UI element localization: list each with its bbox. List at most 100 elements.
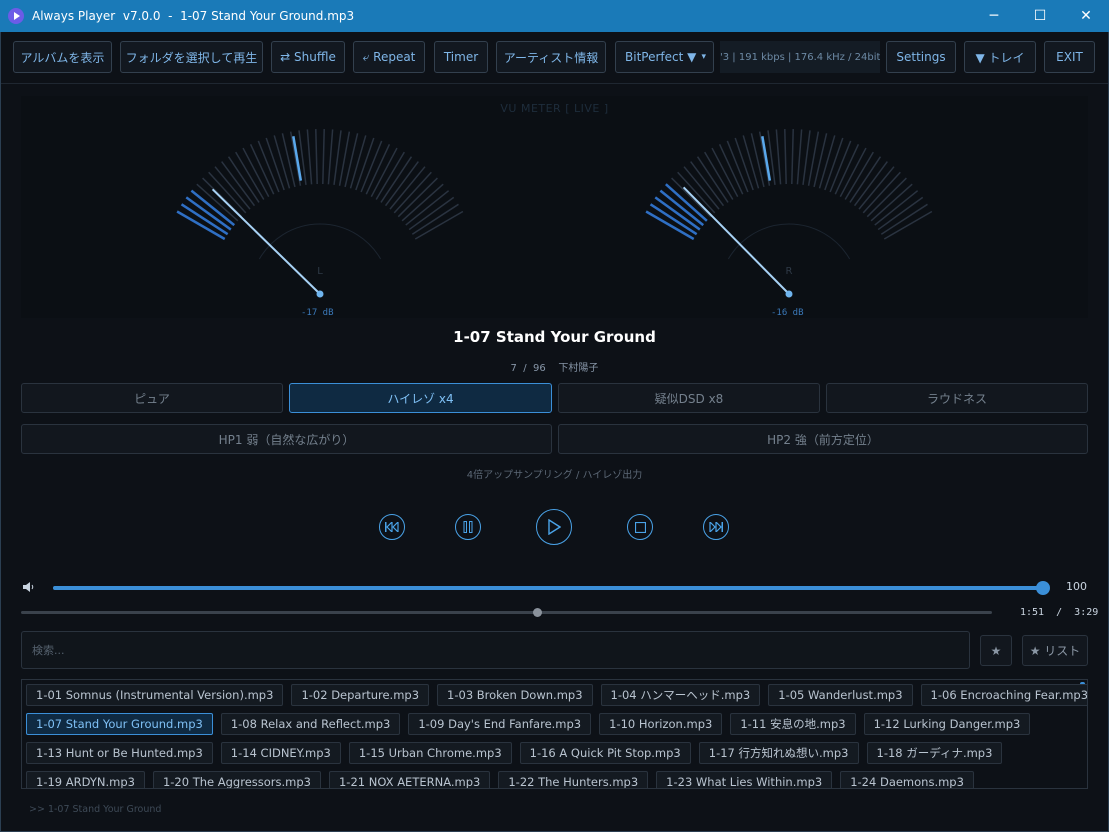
vu-segment [196, 183, 239, 222]
timer-button[interactable]: Timer [434, 41, 488, 73]
vu-segment [671, 177, 712, 218]
playlist-item[interactable]: 1-10 Horizon.mp3 [599, 713, 723, 735]
vu-segment [384, 161, 419, 207]
playlist-item[interactable]: 1-13 Hunt or Be Hunted.mp3 [26, 742, 213, 764]
mode-hp2-button[interactable]: HP2 強（前方定位） [558, 424, 1088, 454]
playlist-item[interactable]: 1-15 Urban Chrome.mp3 [348, 742, 512, 764]
playlist-item[interactable]: 1-03 Broken Down.mp3 [437, 684, 593, 706]
stop-icon [634, 521, 646, 533]
volume-slider[interactable] [53, 581, 1050, 595]
playlist-item[interactable]: 1-23 What Lies Within.mp3 [656, 771, 833, 788]
mode-dsd-button[interactable]: 疑似DSD x8 [558, 383, 820, 413]
mode-pure-button[interactable]: ピュア [21, 383, 283, 413]
vu-segment [784, 129, 787, 185]
vu-segment [408, 196, 455, 231]
playlist-item[interactable]: 1-05 Wanderlust.mp3 [768, 684, 913, 706]
settings-button[interactable]: Settings [886, 41, 956, 73]
maximize-button[interactable]: ☐ [1017, 0, 1063, 32]
vu-segment [214, 166, 251, 210]
artist-info-button[interactable]: アーティスト情報 [496, 41, 606, 73]
bitperfect-label: BitPerfect ▼ [625, 50, 697, 64]
playlist-item[interactable]: 1-20 The Aggressors.mp3 [152, 771, 321, 788]
playlist-item[interactable]: 1-09 Day's End Fanfare.mp3 [408, 713, 592, 735]
minimize-button[interactable]: ─ [971, 0, 1017, 32]
vu-channel-label: R [786, 266, 793, 277]
playlist-item[interactable]: 1-16 A Quick Pit Stop.mp3 [519, 742, 691, 764]
seek-slider[interactable] [21, 608, 992, 617]
playlist-item[interactable]: 1-12 Lurking Danger.mp3 [863, 713, 1031, 735]
seek-knob[interactable] [532, 608, 542, 617]
mode-hires-button[interactable]: ハイレゾ x4 [289, 383, 552, 413]
app-play-icon [8, 8, 24, 24]
track-title: 1-07 Stand Your Ground [453, 328, 656, 346]
vu-meter-panel: VU METER [ LIVE ] L R -17 dB -16 dB [21, 96, 1088, 318]
show-album-button[interactable]: アルバムを表示 [13, 41, 112, 73]
vu-channel-label: L [317, 266, 323, 277]
playlist-item[interactable]: 1-18 ガーディナ.mp3 [866, 742, 1003, 764]
right-db-readout: -16 dB [771, 308, 804, 318]
playlist-item[interactable]: 1-07 Stand Your Ground.mp3 [26, 713, 213, 735]
vu-segment [659, 189, 705, 227]
next-button[interactable] [703, 514, 729, 540]
vu-segment [849, 156, 882, 203]
playlist-item[interactable]: 1-06 Encroaching Fear.mp3 [920, 684, 1087, 706]
vu-segment [870, 183, 913, 222]
close-button[interactable]: ✕ [1063, 0, 1109, 32]
shuffle-button[interactable]: ⇄ Shuffle [271, 41, 345, 73]
playlist-item[interactable]: 1-08 Relax and Reflect.mp3 [220, 713, 401, 735]
mode-loudness-button[interactable]: ラウドネス [826, 383, 1088, 413]
title-bar: Always Player v7.0.0 - 1-07 Stand Your G… [0, 0, 1109, 32]
search-input[interactable] [32, 643, 969, 657]
playlist-item[interactable]: 1-22 The Hunters.mp3 [498, 771, 649, 788]
vu-segment [273, 135, 291, 189]
search-box[interactable] [21, 631, 970, 669]
bitperfect-dropdown[interactable]: BitPerfect ▼ ▾ [615, 41, 714, 73]
favorite-button[interactable]: ★ [980, 635, 1012, 666]
playlist-item[interactable]: 1-19 ARDYN.mp3 [26, 771, 145, 788]
tray-button[interactable]: ▼ トレイ [964, 41, 1036, 73]
playlist: 1-01 Somnus (Instrumental Version).mp3 1-… [21, 679, 1088, 789]
vu-segment [877, 196, 924, 231]
play-icon [548, 519, 561, 535]
select-folder-play-button[interactable]: フォルダを選択して再生 [120, 41, 263, 73]
playlist-item[interactable]: 1-11 安息の地.mp3 [730, 713, 856, 735]
vu-segment [380, 156, 413, 203]
previous-button[interactable] [379, 514, 405, 540]
vu-peak-marker [292, 136, 303, 181]
volume-knob[interactable] [1036, 581, 1050, 595]
playlist-item[interactable]: 1-04 ハンマーヘッド.mp3 [600, 684, 761, 706]
vu-segment [818, 135, 836, 189]
favorite-list-button[interactable]: ★ リスト [1022, 635, 1088, 666]
playlist-item[interactable]: 1-02 Departure.mp3 [291, 684, 430, 706]
speaker-icon[interactable] [23, 582, 35, 592]
playlist-row: 1-19 ARDYN.mp3 1-20 The Aggressors.mp3 1-2… [26, 771, 974, 788]
playlist-item[interactable]: 1-01 Somnus (Instrumental Version).mp3 [26, 684, 284, 706]
status-bar: >> 1-07 Stand Your Ground [29, 804, 162, 815]
vu-segment [883, 210, 933, 240]
vu-segment [401, 183, 444, 222]
play-button[interactable] [536, 509, 572, 545]
exit-button[interactable]: EXIT [1044, 41, 1095, 73]
playlist-item[interactable]: 1-21 NOX AETERNA.mp3 [328, 771, 491, 788]
vu-segment [696, 156, 729, 203]
mode-hp1-button[interactable]: HP1 弱（自然な広がり） [21, 424, 552, 454]
playlist-item[interactable]: 1-14 CIDNEY.mp3 [220, 742, 341, 764]
vu-segment [190, 189, 236, 227]
vu-segment [208, 171, 247, 214]
mode-description: 4倍アップサンプリング / ハイレゾ出力 [466, 470, 643, 481]
playlist-item[interactable]: 1-24 Daemons.mp3 [840, 771, 974, 788]
playlist-item[interactable]: 1-17 行方知れぬ想い.mp3 [698, 742, 859, 764]
vu-segment [874, 190, 919, 226]
vu-segment [858, 166, 895, 210]
playlist-row: 1-01 Somnus (Instrumental Version).mp3 1-… [26, 684, 1087, 706]
vu-segment [315, 129, 318, 185]
skip-forward-icon [709, 522, 723, 532]
repeat-button[interactable]: ⤶ Repeat [353, 41, 425, 73]
vu-segment [880, 203, 928, 235]
stop-button[interactable] [627, 514, 653, 540]
skip-back-icon [385, 522, 399, 532]
vu-segment [221, 161, 256, 207]
vu-segment [185, 196, 232, 231]
pause-button[interactable] [455, 514, 481, 540]
vu-segment [393, 171, 432, 214]
